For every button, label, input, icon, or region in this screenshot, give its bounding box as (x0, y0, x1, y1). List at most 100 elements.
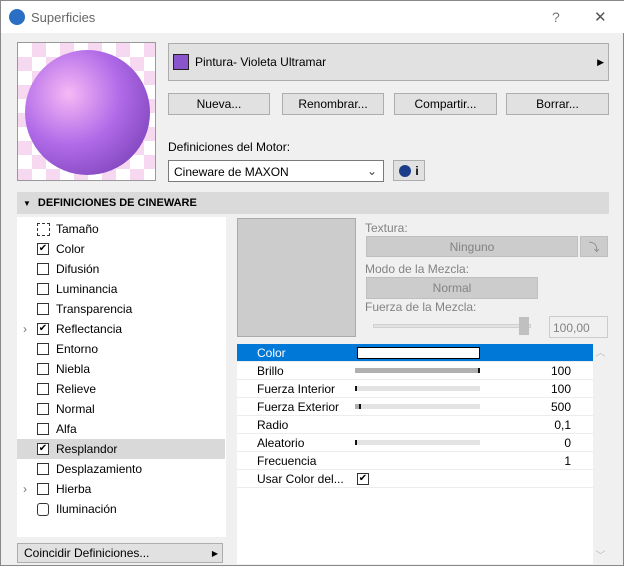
param-value[interactable]: 0,1 (554, 418, 571, 432)
blend-strength-input[interactable]: 100,00 (549, 316, 608, 338)
param-slider[interactable] (355, 404, 480, 409)
channel-checkbox[interactable] (37, 463, 49, 475)
channel-label: Relieve (56, 382, 97, 396)
param-row[interactable]: Fuerza Exterior 500 (237, 398, 593, 416)
channel-checkbox[interactable] (37, 283, 49, 295)
help-button[interactable]: ? (552, 9, 560, 25)
texture-preview (237, 218, 356, 337)
scroll-up-icon[interactable]: ︿ (593, 344, 608, 359)
channel-label: Desplazamiento (56, 462, 143, 476)
param-name: Aleatorio (257, 435, 305, 450)
light-icon (37, 502, 49, 516)
slider-thumb[interactable] (519, 317, 529, 335)
material-name: Pintura- Violeta Ultramar (195, 55, 327, 69)
channel-checkbox[interactable] (37, 343, 49, 355)
scroll-down-icon[interactable]: ﹀ (593, 547, 608, 562)
param-slider[interactable] (355, 440, 480, 445)
material-swatch (173, 54, 189, 70)
window-title: Superficies (31, 10, 96, 25)
channel-item[interactable]: Alfa (17, 419, 225, 439)
param-name: Fuerza Exterior (257, 399, 340, 414)
caret-right-icon: ▶ (597, 56, 604, 67)
channel-item[interactable]: Tamaño (17, 219, 225, 239)
channel-label: Tamaño (56, 222, 99, 236)
param-row[interactable]: Radio 0,1 (237, 416, 593, 434)
param-row[interactable]: Frecuencia 1 (237, 452, 593, 470)
match-settings-label: Coincidir Definiciones... (24, 546, 150, 560)
expand-icon[interactable]: › (23, 482, 27, 496)
channel-checkbox[interactable] (37, 383, 49, 395)
param-value[interactable]: 100 (551, 364, 571, 378)
channel-item[interactable]: Relieve (17, 379, 225, 399)
chevron-down-icon: ⌄ (366, 164, 377, 178)
texture-label: Textura: (365, 221, 408, 235)
param-name: Radio (257, 417, 289, 432)
param-row[interactable]: Brillo 100 (237, 362, 593, 380)
blend-strength-label: Fuerza de la Mezcla: (365, 300, 477, 314)
channel-checkbox[interactable]: ✔ (37, 443, 49, 455)
share-button[interactable]: Compartir... (394, 93, 497, 115)
param-row[interactable]: Fuerza Interior 100 (237, 380, 593, 398)
channel-label: Niebla (56, 362, 91, 376)
param-name: Fuerza Interior (257, 381, 336, 396)
channel-item[interactable]: Entorno (17, 339, 225, 359)
size-icon (37, 222, 50, 236)
channel-item[interactable]: Normal (17, 399, 225, 419)
channel-item[interactable]: › Hierba (17, 479, 225, 499)
channel-item[interactable]: Luminancia (17, 279, 225, 299)
engine-select[interactable]: Cineware de MAXON ⌄ (168, 160, 384, 182)
section-header[interactable]: ▼ DEFINICIONES DE CINEWARE (17, 192, 609, 214)
app-logo-icon (9, 9, 25, 25)
blend-mode-label: Modo de la Mezcla: (365, 262, 470, 276)
channel-checkbox[interactable] (37, 303, 49, 315)
scrollbar[interactable]: ︿ ﹀ (593, 344, 608, 564)
param-checkbox[interactable]: ✔ (357, 472, 369, 485)
channel-item[interactable]: Difusión (17, 259, 225, 279)
channel-label: Entorno (56, 342, 99, 356)
new-button[interactable]: Nueva... (168, 93, 270, 115)
expand-icon[interactable]: › (23, 322, 27, 336)
param-value[interactable]: 1 (564, 454, 571, 468)
channel-checkbox[interactable] (37, 363, 49, 375)
rename-button[interactable]: Renombrar... (282, 93, 384, 115)
texture-select[interactable]: Ninguno (366, 236, 578, 257)
channel-label: Transparencia (56, 302, 133, 316)
param-row[interactable]: Aleatorio 0 (237, 434, 593, 452)
channel-item[interactable]: Niebla (17, 359, 225, 379)
collapse-icon: ▼ (23, 198, 31, 208)
channel-checkbox[interactable] (37, 423, 49, 435)
channel-checkbox[interactable]: ✔ (37, 243, 49, 255)
channel-item[interactable]: ✔ Resplandor (17, 439, 225, 459)
material-selector[interactable]: Pintura- Violeta Ultramar ▶ (168, 43, 609, 81)
channel-item[interactable]: ✔ Color (17, 239, 225, 259)
engine-info-button[interactable]: i (393, 160, 425, 181)
color-swatch[interactable] (357, 346, 480, 359)
info-icon: i (415, 163, 419, 178)
param-slider[interactable] (355, 368, 480, 373)
channel-checkbox[interactable]: ✔ (37, 323, 49, 335)
channel-checkbox[interactable] (37, 403, 49, 415)
channel-item[interactable]: Desplazamiento (17, 459, 225, 479)
param-value[interactable]: 500 (551, 400, 571, 414)
channel-checkbox[interactable] (37, 263, 49, 275)
channel-checkbox[interactable] (37, 483, 49, 495)
blend-strength-slider[interactable] (373, 324, 531, 328)
channel-item[interactable]: Iluminación (17, 499, 225, 519)
channel-label: Luminancia (56, 282, 118, 296)
texture-browse-button[interactable]: ⤵ (580, 236, 608, 257)
channel-label: Resplandor (56, 442, 118, 456)
param-value[interactable]: 100 (551, 382, 571, 396)
param-row[interactable]: Usar Color del... ✔ (237, 470, 593, 488)
match-settings-button[interactable]: Coincidir Definiciones... ▶ (17, 543, 223, 563)
channel-label: Color (56, 242, 85, 256)
channel-item[interactable]: Transparencia (17, 299, 225, 319)
param-name: Frecuencia (257, 453, 317, 468)
param-value[interactable]: 0 (564, 436, 571, 450)
param-slider[interactable] (355, 386, 480, 391)
channel-item[interactable]: › ✔ Reflectancia (17, 319, 225, 339)
blend-mode-select[interactable]: Normal (366, 277, 538, 299)
param-name: Usar Color del... (257, 471, 344, 486)
delete-button[interactable]: Borrar... (506, 93, 609, 115)
close-button[interactable]: ✕ (594, 8, 607, 26)
param-row[interactable]: Color (237, 344, 593, 362)
